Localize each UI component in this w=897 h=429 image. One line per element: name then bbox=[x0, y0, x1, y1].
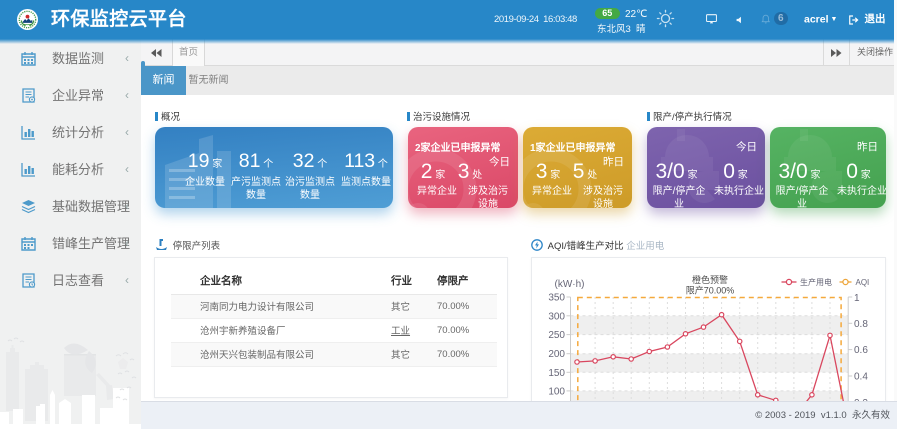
svg-text:150: 150 bbox=[548, 368, 565, 379]
svg-text:1: 1 bbox=[854, 293, 860, 304]
svg-text:0.4: 0.4 bbox=[854, 372, 868, 383]
svg-text:200: 200 bbox=[548, 349, 565, 360]
svg-text:橙色预警: 橙色预警 bbox=[691, 274, 727, 285]
svg-text:250: 250 bbox=[548, 330, 565, 341]
svg-text:生产用电: 生产用电 bbox=[800, 277, 832, 287]
svg-text:300: 300 bbox=[548, 311, 565, 322]
svg-text:(kW·h): (kW·h) bbox=[554, 279, 584, 290]
svg-text:AQI: AQI bbox=[855, 278, 869, 287]
svg-text:0.6: 0.6 bbox=[854, 345, 868, 356]
svg-text:限产70.00%: 限产70.00% bbox=[685, 285, 734, 296]
svg-text:100: 100 bbox=[548, 386, 565, 397]
svg-text:0.8: 0.8 bbox=[854, 319, 868, 330]
svg-text:350: 350 bbox=[548, 293, 565, 304]
